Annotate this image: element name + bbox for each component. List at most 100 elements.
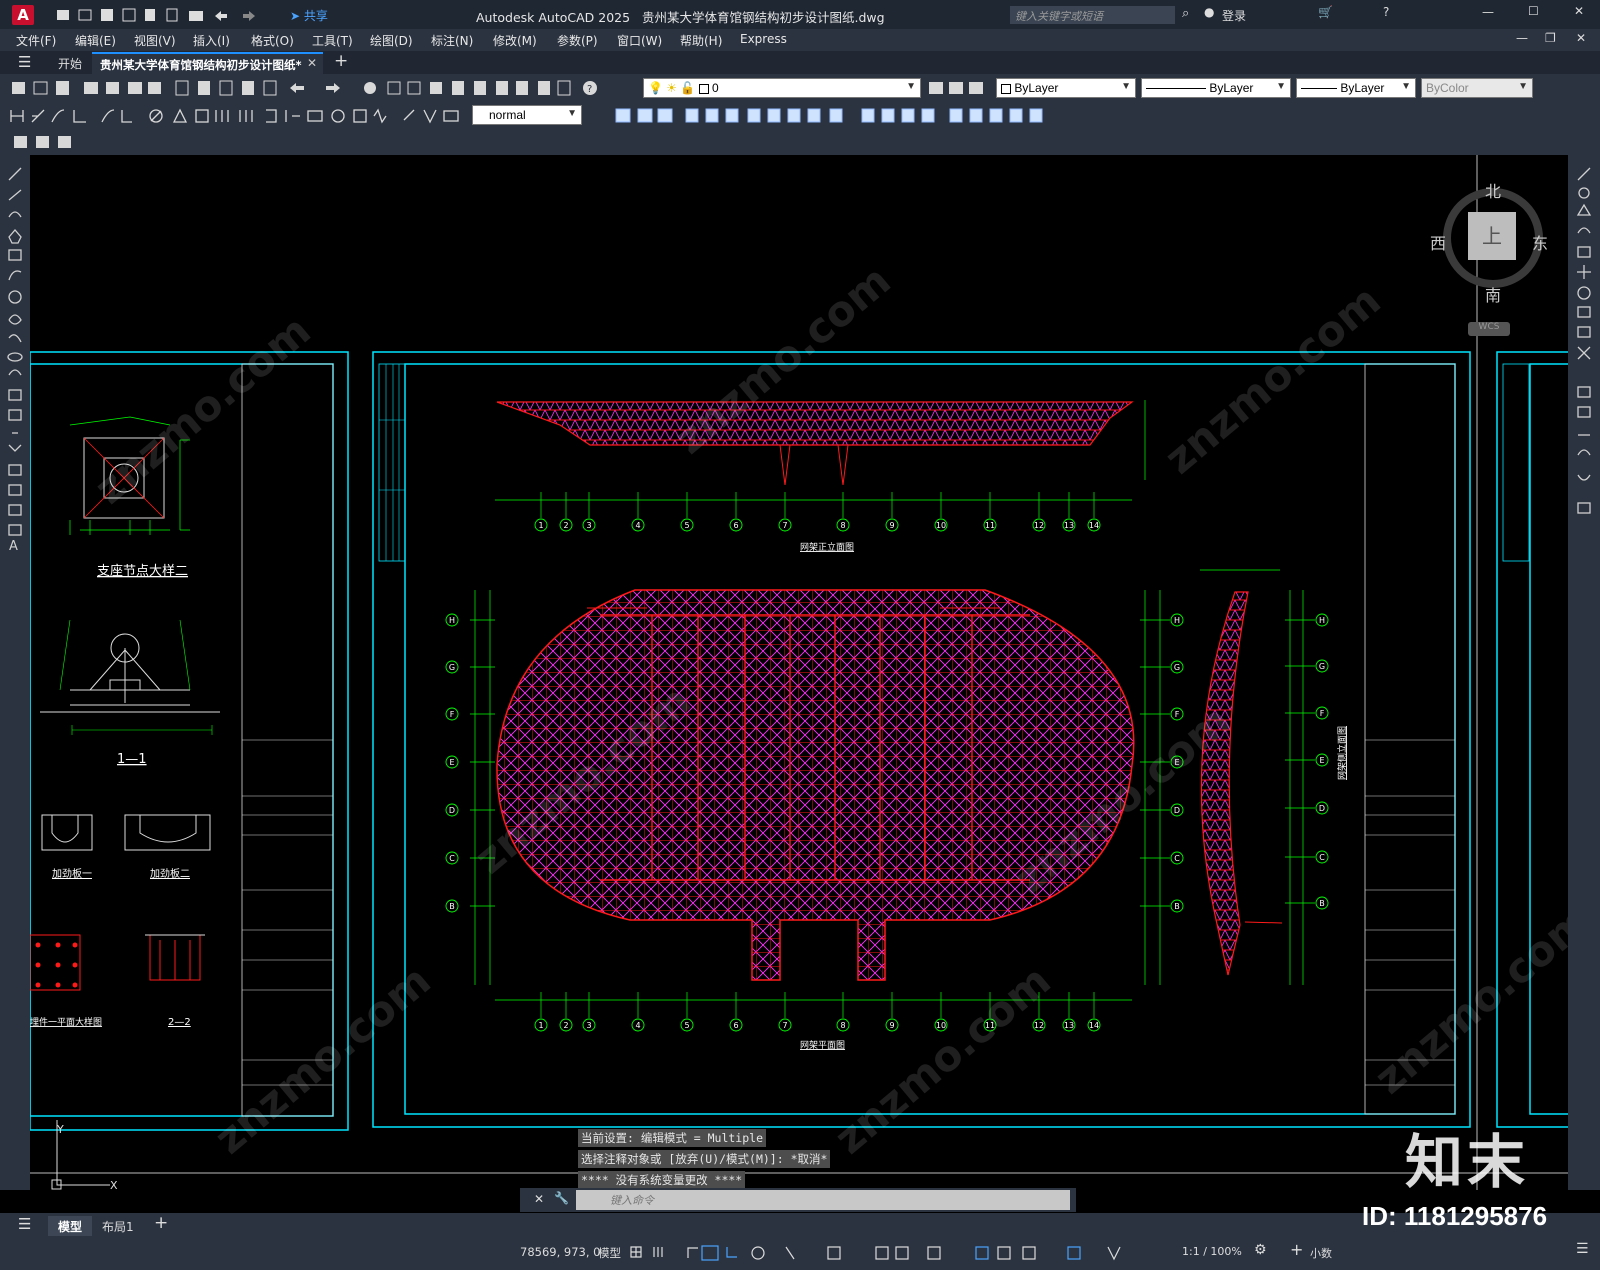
viewcube-east[interactable]: 东 <box>1532 230 1548 254</box>
extra-toolbar-icons[interactable] <box>12 133 82 151</box>
modify-tool-icons[interactable] <box>1568 155 1600 525</box>
svg-text:A: A <box>9 539 18 554</box>
dimension-toolbar-icons[interactable] <box>8 107 468 125</box>
menu-help[interactable]: 帮助(H) <box>680 32 722 49</box>
toolbar-dimension: normal ▼ <box>0 102 1600 129</box>
layer-tool-icons[interactable] <box>927 80 987 96</box>
command-line-3: **** 没有系统变量更改 **** <box>578 1171 746 1189</box>
section-1-1-title: 1—1 <box>117 752 147 767</box>
left-sheet: 支座节点大样二 1—1 加劲板一 加劲板二 埋件一平面大样图 2—2 <box>30 351 349 1131</box>
svg-text:X: X <box>110 1179 118 1190</box>
dimstyle-dropdown[interactable]: normal ▼ <box>472 105 582 125</box>
toolbar-extra <box>0 129 1600 155</box>
modify-toolbar-icons[interactable] <box>590 107 1060 125</box>
wrench-icon[interactable]: 🔧 <box>554 1191 569 1205</box>
menu-view[interactable]: 视图(V) <box>134 32 176 49</box>
id-label: ID: 1181295876 <box>1362 1201 1548 1231</box>
customize-icon[interactable]: ☰ <box>1576 1241 1589 1257</box>
plan-grid-label-13: 13 <box>1064 1021 1074 1030</box>
menu-tools[interactable]: 工具(T) <box>312 32 353 49</box>
plan-title: 网架平面图 <box>800 1040 845 1051</box>
plan-row-label-right-E: E <box>1174 758 1179 767</box>
menu-draw[interactable]: 绘图(D) <box>370 32 413 49</box>
elevation-grid-label-11: 11 <box>985 521 995 530</box>
command-input[interactable]: 键入命令 <box>576 1190 1070 1210</box>
doc-close[interactable]: ✕ <box>1576 31 1586 45</box>
menu-insert[interactable]: 插入(I) <box>193 32 230 49</box>
menu-bar: 文件(F) 编辑(E) 视图(V) 插入(I) 格式(O) 工具(T) 绘图(D… <box>0 29 1600 51</box>
tab-layout1[interactable]: 布局1 <box>92 1216 144 1236</box>
quick-access-toolbar[interactable] <box>55 7 295 23</box>
gear-icon[interactable]: ⚙ <box>1254 1242 1267 1258</box>
tab-document[interactable]: 贵州某大学体育馆钢结构初步设计图纸* ✕ <box>92 52 323 74</box>
menu-format[interactable]: 格式(O) <box>251 32 294 49</box>
side-row-label-F: F <box>1320 709 1325 718</box>
close-tab-icon[interactable]: ✕ <box>307 56 317 70</box>
doc-minimize[interactable]: — <box>1516 31 1528 45</box>
model-space-toggle[interactable]: 模型 <box>598 1245 621 1261</box>
plan-grid-label-10: 10 <box>936 1021 946 1030</box>
cart-icon[interactable]: 🛒 <box>1318 5 1333 19</box>
login-button[interactable]: 登录 <box>1222 7 1246 24</box>
search-icon[interactable]: ⌕ <box>1182 6 1189 21</box>
side-row-label-C: C <box>1319 853 1325 862</box>
elevation-grid-label-13: 13 <box>1064 521 1074 530</box>
viewcube[interactable]: 上 北 南 西 东 WCS <box>1430 170 1548 336</box>
color-dropdown[interactable]: ByLayer ▼ <box>996 78 1136 98</box>
doc-restore[interactable]: ❐ <box>1545 31 1556 45</box>
layer-dropdown[interactable]: 💡 ☀ 🔓 0 ▼ <box>643 78 921 98</box>
viewcube-north[interactable]: 北 <box>1485 178 1501 202</box>
elevation-grid-label-1: 1 <box>538 521 543 530</box>
drafting-toggles[interactable] <box>628 1244 1188 1262</box>
annotation-scale[interactable]: 1:1 / 100% <box>1182 1245 1242 1258</box>
plate-1-title: 加劲板一 <box>52 867 92 880</box>
app-logo[interactable]: A <box>12 5 34 25</box>
standard-toolbar-icons[interactable]: ? <box>10 79 625 97</box>
window-title: Autodesk AutoCAD 2025 贵州某大学体育馆钢结构初步设计图纸.… <box>476 10 885 25</box>
drawing-canvas[interactable]: 支座节点大样二 1—1 加劲板一 加劲板二 埋件一平面大样图 2—2 1 2 3… <box>30 155 1568 1190</box>
close-command-icon[interactable]: ✕ <box>534 1192 544 1206</box>
command-line-1: 当前设置: 编辑模式 = Multiple <box>578 1129 767 1147</box>
hamburger-icon[interactable]: ☰ <box>18 53 31 71</box>
search-input[interactable]: 键入关键字或短语 <box>1010 6 1175 24</box>
draw-tool-icons[interactable]: A <box>0 155 30 585</box>
maximize-button[interactable]: ☐ <box>1528 4 1539 18</box>
plan-row-label-left-F: F <box>450 710 455 719</box>
viewcube-south[interactable]: 南 <box>1485 282 1501 306</box>
plan-row-label-left-G: G <box>449 663 455 672</box>
command-input-bar: ✕ 🔧 键入命令 <box>520 1188 1076 1212</box>
units-display[interactable]: 小数 <box>1310 1245 1332 1261</box>
menu-express[interactable]: Express <box>740 32 787 46</box>
tab-model[interactable]: 模型 <box>48 1216 93 1236</box>
embed-plan-title: 埋件一平面大样图 <box>30 1016 102 1028</box>
new-tab-button[interactable]: + <box>334 51 348 71</box>
toolbar-standard: ? 💡 ☀ 🔓 0 ▼ ByLayer ▼ ByLayer ▼ ByLayer ▼ By… <box>0 74 1600 102</box>
menu-modify[interactable]: 修改(M) <box>493 32 537 49</box>
wcs-menu[interactable]: WCS <box>1468 322 1510 336</box>
user-icon[interactable]: ● <box>1204 5 1214 19</box>
viewcube-top-face[interactable]: 上 <box>1468 212 1516 260</box>
menu-parameters[interactable]: 参数(P) <box>557 32 598 49</box>
plus-icon[interactable]: + <box>1290 1240 1303 1259</box>
layout-menu-icon[interactable]: ☰ <box>18 1215 31 1233</box>
tab-start[interactable]: 开始 <box>58 55 82 72</box>
side-row-label-E: E <box>1319 756 1324 765</box>
close-button[interactable]: ✕ <box>1574 4 1584 18</box>
menu-window[interactable]: 窗口(W) <box>617 32 662 49</box>
add-layout-button[interactable]: + <box>154 1213 168 1233</box>
minimize-button[interactable]: — <box>1482 5 1494 19</box>
help-icon[interactable]: ? <box>1383 5 1389 19</box>
status-bar: 78569, 973, 0 模型 1:1 / 100% ⚙ + 小数 ☰ <box>0 1237 1600 1270</box>
linetype-dropdown[interactable]: ByLayer ▼ <box>1141 78 1291 98</box>
side-row-label-G: G <box>1319 662 1325 671</box>
plan-grid-label-7: 7 <box>782 1021 787 1030</box>
roof-plan <box>496 589 1135 981</box>
menu-edit[interactable]: 编辑(E) <box>75 32 116 49</box>
viewcube-west[interactable]: 西 <box>1430 230 1446 254</box>
coordinates-readout[interactable]: 78569, 973, 0 <box>520 1245 600 1259</box>
menu-dimension[interactable]: 标注(N) <box>431 32 473 49</box>
lineweight-dropdown[interactable]: ByLayer ▼ <box>1296 78 1416 98</box>
share-button[interactable]: ➤ 共享 <box>290 7 328 24</box>
plotstyle-dropdown[interactable]: ByColor ▼ <box>1421 78 1533 98</box>
menu-file[interactable]: 文件(F) <box>16 32 56 49</box>
